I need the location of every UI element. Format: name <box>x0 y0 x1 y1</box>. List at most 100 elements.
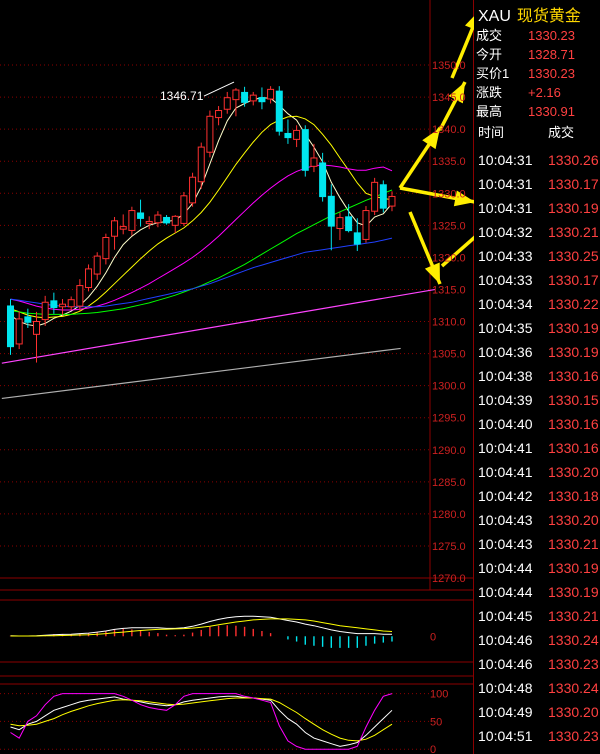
trade-time: 10:04:46 <box>478 632 533 648</box>
candle-body <box>197 146 205 183</box>
candle-body <box>293 129 301 140</box>
forecast-arrows <box>398 16 474 285</box>
candle-body <box>111 220 119 237</box>
trade-price: 1330.26 <box>548 152 599 168</box>
trade-row: 10:04:46 1330.23 <box>478 656 599 672</box>
trade-row: 10:04:49 1330.20 <box>478 704 599 720</box>
trade-time: 10:04:44 <box>478 584 533 600</box>
trade-row: 10:04:42 1330.18 <box>478 488 599 504</box>
trade-row: 10:04:35 1330.19 <box>478 320 599 336</box>
trade-row: 10:04:31 1330.17 <box>478 176 599 192</box>
trade-price: 1330.19 <box>548 560 599 576</box>
candle-body <box>24 316 32 323</box>
candle-body <box>223 97 231 110</box>
trade-row: 10:04:46 1330.24 <box>478 632 599 648</box>
candle-body <box>163 216 171 224</box>
kline-chart[interactable]: 1346.71 1270.0 1275.0 1280.0 1285.0 1290.0 12… <box>0 0 474 754</box>
candle-body <box>128 210 136 231</box>
candle-body <box>362 210 370 240</box>
kdj-tick-label: 50 <box>430 716 442 728</box>
trade-time: 10:04:45 <box>478 608 533 624</box>
trade-time: 10:04:48 <box>478 680 533 696</box>
trade-time: 10:04:41 <box>478 440 533 456</box>
candle-body <box>76 285 84 307</box>
trade-row: 10:04:43 1330.20 <box>478 512 599 528</box>
y-tick-label: 1305.0 <box>432 349 466 361</box>
candle-body <box>258 97 266 103</box>
trades-time-header: 时间 <box>478 125 505 140</box>
trade-price: 1330.20 <box>548 512 599 528</box>
trade-row: 10:04:31 1330.19 <box>478 200 599 216</box>
trade-row: 10:04:41 1330.16 <box>478 440 599 456</box>
trade-time: 10:04:43 <box>478 536 533 552</box>
trade-price: 1330.16 <box>548 440 599 456</box>
candle-body <box>275 90 283 132</box>
candle-body <box>310 157 318 167</box>
trade-price: 1330.21 <box>548 536 599 552</box>
quote-row: 最高 1330.91 <box>476 101 575 120</box>
candle-body <box>189 176 197 204</box>
trade-time: 10:04:31 <box>478 176 533 192</box>
candle-body <box>102 236 110 260</box>
trade-row: 10:04:44 1330.19 <box>478 560 599 576</box>
candle-body <box>7 305 14 348</box>
candle-body <box>50 300 58 309</box>
candle-body <box>388 195 396 207</box>
candle-body <box>15 318 23 345</box>
trade-time: 10:04:33 <box>478 248 533 264</box>
trade-time: 10:04:43 <box>478 512 533 528</box>
y-tick-label: 1290.0 <box>432 445 466 457</box>
candle-body <box>171 215 179 226</box>
trade-time: 10:04:31 <box>478 152 533 168</box>
quote-label: 最高 <box>476 104 503 119</box>
y-tick-label: 1295.0 <box>432 413 466 425</box>
candle-body <box>319 162 327 198</box>
moving-average-line <box>10 237 393 308</box>
trade-row: 10:04:34 1330.22 <box>478 296 599 312</box>
candle-body <box>232 89 240 101</box>
candle-body <box>336 217 344 230</box>
symbol-code: XAU <box>478 8 511 25</box>
trade-row: 10:04:32 1330.21 <box>478 224 599 240</box>
trade-price: 1330.16 <box>548 416 599 432</box>
quote-panel: XAU 现货黄金 成交 1330.23 今开 1328.71 买价1 1330.23 涨跌 +2… <box>474 0 600 754</box>
trade-price: 1330.21 <box>548 224 599 240</box>
trade-row: 10:04:31 1330.26 <box>478 152 599 168</box>
trades-price-header: 成交 <box>548 125 575 140</box>
trend-line <box>1 347 401 400</box>
quote-label: 成交 <box>476 28 503 43</box>
trade-time: 10:04:36 <box>478 344 533 360</box>
quote-row: 今开 1328.71 <box>476 44 575 63</box>
trade-row: 10:04:45 1330.21 <box>478 608 599 624</box>
trade-row: 10:04:39 1330.15 <box>478 392 599 408</box>
candle-body <box>301 129 309 171</box>
trade-time: 10:04:39 <box>478 392 533 408</box>
trade-time: 10:04:31 <box>478 200 533 216</box>
trade-price: 1330.19 <box>548 320 599 336</box>
y-tick-label: 1280.0 <box>432 509 466 521</box>
trade-row: 10:04:48 1330.24 <box>478 680 599 696</box>
candle-body <box>67 299 75 308</box>
y-tick-label: 1350.0 <box>432 60 466 72</box>
trade-price: 1330.23 <box>548 656 599 672</box>
quote-value: 1330.23 <box>528 66 575 81</box>
forecast-arrow-head <box>464 16 474 30</box>
candle-body <box>41 301 49 321</box>
candle-body <box>249 94 257 102</box>
quote-row: 涨跌 +2.16 <box>476 82 561 101</box>
trade-row: 10:04:44 1330.19 <box>478 584 599 600</box>
candle-body <box>206 115 214 153</box>
candle-body <box>345 216 353 232</box>
trade-time: 10:04:41 <box>478 464 533 480</box>
y-tick-label: 1300.0 <box>432 381 466 393</box>
candle-body <box>93 255 101 275</box>
trade-price: 1330.25 <box>548 248 599 264</box>
candle-body <box>33 321 41 335</box>
max-annotation: 1346.71 <box>160 81 235 103</box>
candle-body <box>284 132 292 139</box>
trade-time: 10:04:46 <box>478 656 533 672</box>
trade-time: 10:04:51 <box>478 728 533 744</box>
trade-time: 10:04:34 <box>478 296 533 312</box>
trade-time: 10:04:38 <box>478 368 533 384</box>
trade-price: 1330.23 <box>548 728 599 744</box>
